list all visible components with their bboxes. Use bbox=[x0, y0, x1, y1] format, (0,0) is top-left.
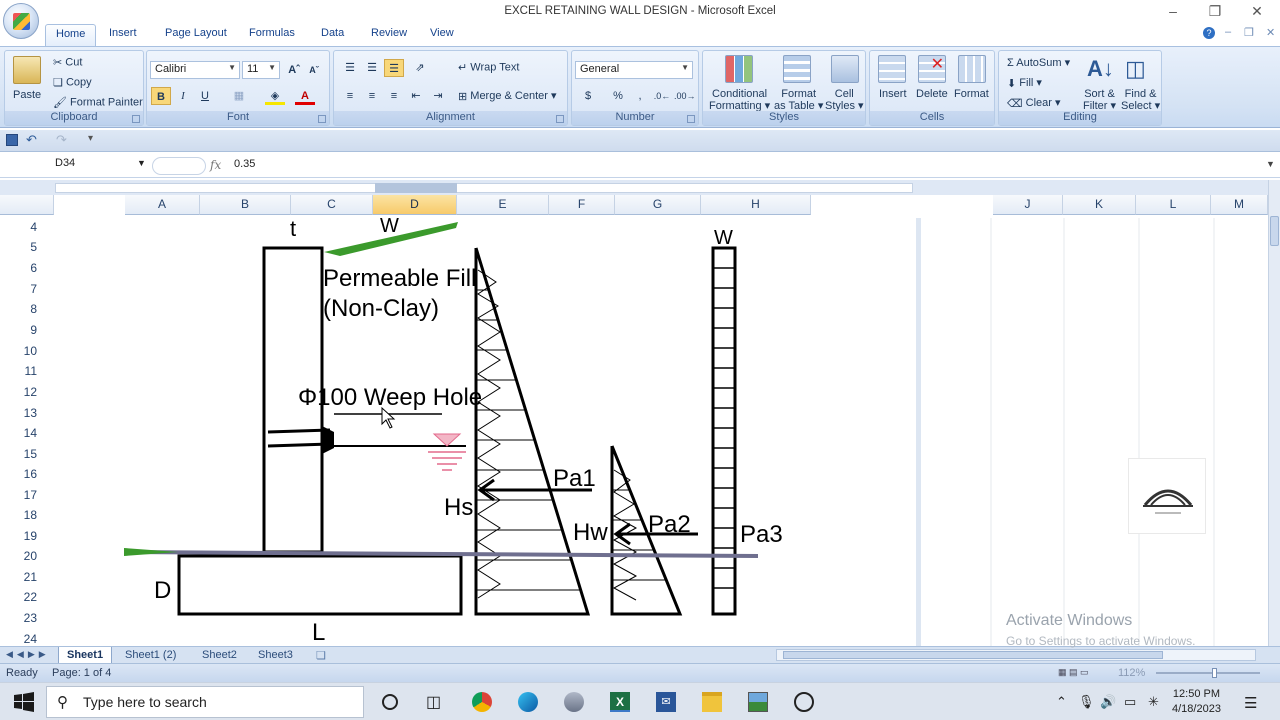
insert-sheet-icon[interactable]: ❏ bbox=[316, 649, 326, 662]
view-buttons-icon[interactable]: ▦ ▤ ▭ bbox=[1058, 667, 1089, 678]
clock-time: 12:50 PM bbox=[1172, 688, 1221, 700]
activate-windows-title: Activate Windows bbox=[1006, 612, 1133, 629]
chrome-icon[interactable] bbox=[472, 692, 492, 712]
wall-footing bbox=[177, 554, 463, 616]
office-logo-icon bbox=[13, 13, 30, 30]
sheet-nav-icons[interactable]: ◀◀▶▶ bbox=[6, 649, 50, 660]
mouse-cursor-icon bbox=[381, 406, 396, 429]
file-explorer-icon[interactable] bbox=[702, 692, 722, 712]
zoom-slider-thumb[interactable] bbox=[1212, 668, 1217, 678]
horizontal-scrollbar[interactable] bbox=[776, 649, 1256, 661]
search-icon: ⚲ bbox=[57, 694, 68, 711]
label-non-clay: (Non-Clay) bbox=[323, 295, 439, 322]
activate-windows-subtitle: Go to Settings to activate Windows. bbox=[1006, 634, 1196, 648]
label-permeable-fill: Permeable Fill bbox=[323, 265, 476, 292]
zoom-level[interactable]: 112% bbox=[1118, 667, 1145, 679]
volume-icon[interactable]: 🔊 bbox=[1100, 694, 1116, 710]
label-weep-hole: Φ100 Weep Hole bbox=[298, 384, 482, 411]
label-w-top: W bbox=[380, 215, 399, 237]
sheet-tab-4[interactable]: Sheet3 bbox=[250, 647, 301, 664]
clock-date: 4/18/2023 bbox=[1172, 703, 1221, 715]
microphone-icon[interactable]: 🎙 bbox=[1078, 694, 1095, 710]
status-page: Page: 1 of 4 bbox=[52, 667, 112, 679]
label-d: D bbox=[154, 577, 171, 604]
label-pa2: Pa2 bbox=[648, 511, 691, 538]
soil-hatching bbox=[476, 269, 580, 599]
label-hs: Hs bbox=[444, 494, 473, 521]
notification-icon[interactable]: ☰ bbox=[1244, 694, 1257, 712]
surcharge-hatching bbox=[713, 267, 735, 589]
taskbar-search-input[interactable]: ⚲ Type here to search bbox=[46, 686, 364, 718]
windows-start-icon[interactable] bbox=[14, 692, 34, 712]
surcharge-pressure-rect bbox=[711, 246, 737, 616]
sheet-tab-2[interactable]: Sheet1 (2) bbox=[117, 647, 184, 664]
taskbar-clock[interactable]: 12:50 PM 4/18/2023 bbox=[1172, 687, 1221, 717]
sheet-tab-1[interactable]: Sheet1 bbox=[58, 647, 113, 664]
sheet-tab-bar: ◀◀▶▶ Sheet1 Sheet1 (2) Sheet2 Sheet3 ❏ bbox=[0, 646, 1280, 664]
edge-icon[interactable] bbox=[518, 692, 538, 712]
cortana-icon[interactable] bbox=[382, 694, 398, 710]
label-pa1: Pa1 bbox=[553, 465, 596, 492]
battery-icon[interactable]: ▭ bbox=[1124, 694, 1136, 710]
label-w-right: W bbox=[714, 227, 733, 249]
network-icon[interactable]: ✳ bbox=[1148, 694, 1159, 710]
status-ready: Ready bbox=[6, 667, 38, 679]
excel-taskbar-icon[interactable]: X bbox=[610, 692, 630, 712]
horizontal-scroll-thumb[interactable] bbox=[783, 651, 1163, 659]
sheet-tab-3[interactable]: Sheet2 bbox=[194, 647, 245, 664]
label-l: L bbox=[312, 619, 325, 646]
vertical-scrollbar[interactable] bbox=[1268, 180, 1280, 646]
task-view-icon[interactable]: ◫ bbox=[426, 692, 446, 712]
search-placeholder: Type here to search bbox=[83, 694, 207, 710]
tray-chevron-icon[interactable]: ⌃ bbox=[1056, 694, 1067, 710]
outlook-icon[interactable]: ✉ bbox=[656, 692, 676, 712]
recorder-icon[interactable] bbox=[794, 692, 814, 712]
front-slope bbox=[124, 548, 178, 556]
label-pa3: Pa3 bbox=[740, 521, 783, 548]
photos-icon[interactable] bbox=[748, 692, 768, 712]
app-icon[interactable] bbox=[564, 692, 584, 712]
status-bar: Ready Page: 1 of 4 ▦ ▤ ▭ 112% bbox=[0, 663, 1280, 682]
vertical-scroll-thumb[interactable] bbox=[1270, 216, 1279, 246]
windows-taskbar: ⚲ Type here to search ◫ X ✉ ⌃ 🎙 🔊 ▭ ✳ 12:… bbox=[0, 682, 1280, 720]
office-button[interactable] bbox=[3, 3, 39, 39]
weep-hole-outlet bbox=[322, 426, 334, 454]
label-hw: Hw bbox=[573, 519, 608, 546]
water-table-icon bbox=[428, 433, 466, 471]
label-t: t bbox=[290, 216, 296, 241]
zoom-slider[interactable] bbox=[1156, 668, 1260, 678]
